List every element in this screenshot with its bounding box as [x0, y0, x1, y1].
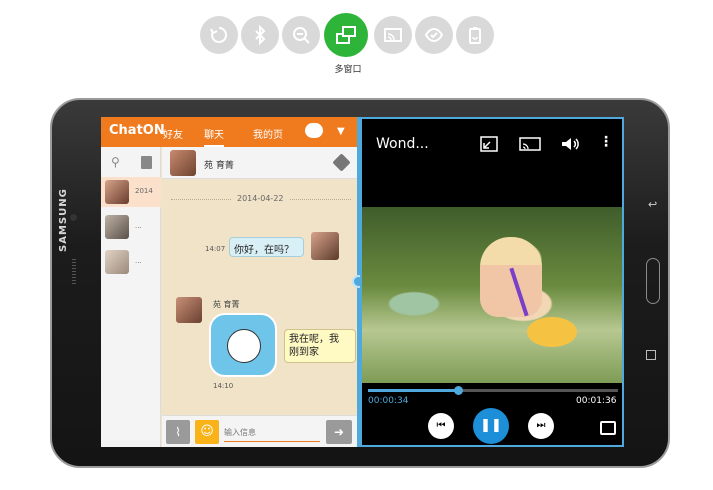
friend-list: ⚲ 2014 ... ... [101, 147, 161, 447]
fast-forward-icon[interactable]: ⏭ [528, 413, 554, 439]
page-root: 多窗口 SAMSUNG ↩ ChatON 好友 聊天 我的页 ▼ ⚲ 2014 … [0, 0, 713, 490]
home-button[interactable] [646, 258, 660, 304]
message-input[interactable] [224, 424, 320, 442]
conversation-header: 苑 育菁 [162, 147, 357, 179]
chat-bubble-icon[interactable] [305, 123, 323, 138]
list-item[interactable]: ... [101, 247, 161, 277]
front-camera [70, 214, 77, 221]
speaker-grill [72, 265, 76, 266]
avatar [105, 215, 129, 239]
zoom-out-icon[interactable] [282, 16, 320, 54]
video-title: Wond... [376, 136, 429, 152]
speaker-grill [72, 271, 76, 272]
smart-stay-icon[interactable] [415, 16, 453, 54]
outgoing-message[interactable]: 你好，在吗？ [229, 237, 304, 257]
more-options-icon[interactable]: ⋮ [599, 134, 613, 150]
avatar [311, 232, 339, 260]
multi-window-label: 多窗口 [334, 65, 362, 75]
search-icon[interactable]: ⚲ [111, 155, 120, 169]
bluetooth-icon[interactable] [241, 16, 279, 54]
sticker-image[interactable] [209, 313, 277, 377]
power-saving-icon[interactable] [456, 16, 494, 54]
avatar [105, 180, 129, 204]
volume-icon[interactable] [560, 136, 580, 152]
seek-bar[interactable] [368, 386, 618, 395]
video-subject [480, 237, 542, 317]
attach-icon[interactable]: ⌇ [166, 420, 190, 444]
speaker-grill [72, 262, 76, 263]
tab-friends[interactable]: 好友 [163, 126, 183, 141]
list-item-preview: ... [135, 257, 142, 265]
avatar[interactable] [170, 150, 196, 176]
total-time: 00:01:36 [576, 396, 617, 406]
tab-chats[interactable]: 聊天 [204, 126, 224, 148]
incoming-message-line: 刚到家 [289, 347, 319, 358]
list-item-preview: ... [135, 222, 142, 230]
seek-bar-thumb[interactable] [454, 386, 463, 395]
chaton-logo: ChatON [109, 123, 165, 138]
speaker-grill [72, 259, 76, 260]
video-player-window: Wond... ⋮ 00:00:34 00:01:36 ⏮ ❚❚ ⏭ [360, 117, 624, 447]
sender-name: 苑 育菁 [213, 300, 240, 309]
sticker-face [227, 329, 261, 363]
compose-bar: ⌇ ☺ ➜ [162, 415, 357, 447]
cube-icon[interactable] [332, 153, 351, 172]
multi-window-icon[interactable] [324, 13, 368, 57]
recent-apps-icon[interactable] [646, 350, 656, 360]
tablet-screen: ChatON 好友 聊天 我的页 ▼ ⚲ 2014 ... ... 苑 育菁 2… [101, 117, 624, 447]
pause-icon[interactable]: ❚❚ [473, 408, 509, 444]
avatar [105, 250, 129, 274]
chaton-header: ChatON 好友 聊天 我的页 ▼ [101, 117, 357, 148]
message-time: 14:07 [205, 245, 226, 253]
list-item[interactable]: 2014 [101, 177, 161, 207]
message-time: 14:10 [213, 382, 234, 390]
video-subject-dress [527, 317, 577, 347]
tab-my-page[interactable]: 我的页 [253, 126, 283, 141]
rewind-icon[interactable]: ⏮ [428, 413, 454, 439]
contact-name: 苑 育菁 [204, 161, 234, 171]
chaton-window: ChatON 好友 聊天 我的页 ▼ ⚲ 2014 ... ... 苑 育菁 2… [101, 117, 357, 447]
back-key-icon[interactable]: ↩ [648, 198, 657, 211]
incoming-message[interactable]: 我在呢，我 刚到家 [284, 329, 356, 363]
date-label: 2014-04-22 [231, 194, 290, 203]
emoji-icon[interactable]: ☺ [195, 420, 219, 444]
list-item-preview: 2014 [135, 187, 153, 195]
fullscreen-icon[interactable] [600, 421, 616, 435]
screen-rotation-icon[interactable] [200, 16, 238, 54]
send-button[interactable]: ➜ [326, 420, 352, 444]
trash-icon[interactable] [141, 156, 152, 169]
screen-mirroring-icon[interactable] [374, 16, 412, 54]
speaker-grill [72, 268, 76, 269]
list-item[interactable]: ... [101, 212, 161, 242]
chevron-down-icon[interactable]: ▼ [337, 126, 345, 137]
speaker-grill [72, 283, 76, 284]
speaker-grill [72, 277, 76, 278]
speaker-grill [72, 280, 76, 281]
current-time: 00:00:34 [368, 396, 409, 406]
incoming-message-line: 我在呢，我 [289, 334, 339, 345]
speaker-grill [72, 274, 76, 275]
avatar[interactable] [176, 297, 202, 323]
screen-mirroring-icon[interactable] [519, 136, 541, 152]
video-frame[interactable] [362, 207, 622, 383]
seek-bar-fill [368, 389, 458, 392]
brand-logo: SAMSUNG [58, 188, 69, 252]
pop-up-play-icon[interactable] [480, 136, 498, 152]
